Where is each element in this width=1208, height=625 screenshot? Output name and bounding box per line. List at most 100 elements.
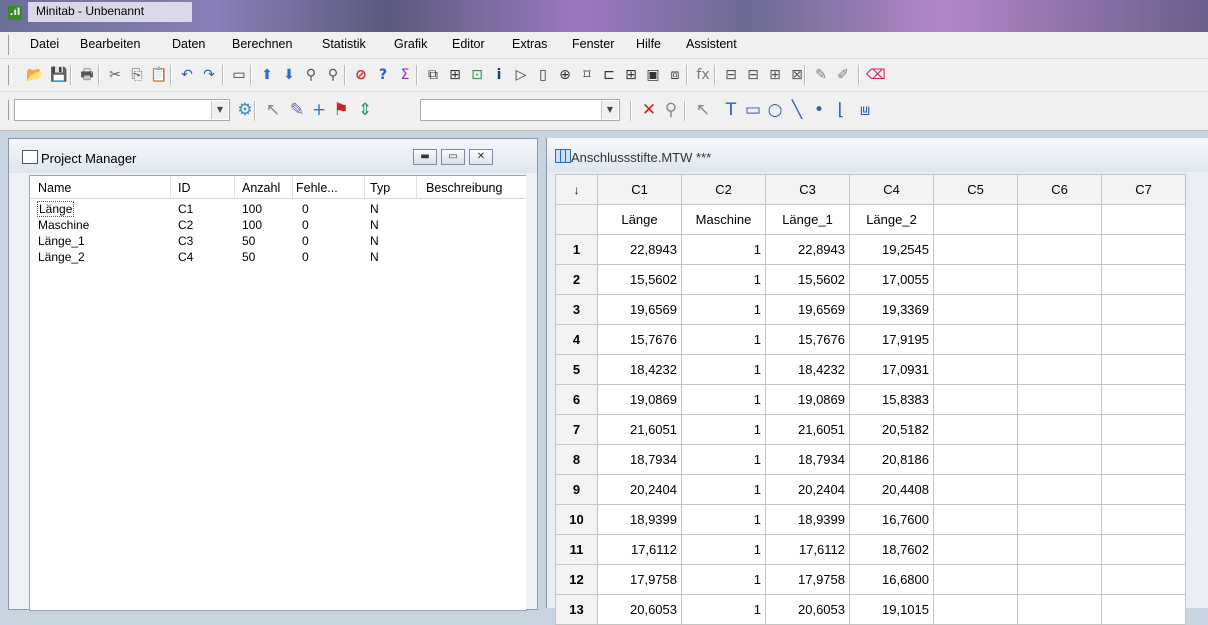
data-cell[interactable]: 16,6800 [849, 564, 934, 595]
up-arrow-icon[interactable]: ⬆ [258, 66, 276, 84]
data-cell[interactable]: 20,2404 [765, 474, 850, 505]
data-cell[interactable]: 17,6112 [597, 534, 682, 565]
data-cell[interactable] [933, 324, 1018, 355]
row-header[interactable]: 3 [555, 294, 598, 325]
data-cell[interactable] [1101, 444, 1186, 475]
data-cell[interactable]: 1 [681, 324, 766, 355]
column-id-header[interactable]: C6 [1017, 174, 1102, 205]
data-cell[interactable] [933, 264, 1018, 295]
save-icon[interactable]: 💾 [50, 66, 68, 84]
menu-grafik[interactable]: Grafik [394, 37, 427, 51]
column-id-header[interactable]: C5 [933, 174, 1018, 205]
delete-icon[interactable]: ✕ [640, 101, 658, 119]
column-name-cell[interactable]: Länge_1 [765, 204, 850, 235]
polygon-tool-icon[interactable]: ⩏ [856, 101, 874, 119]
data-cell[interactable] [933, 594, 1018, 625]
chevron-down-icon[interactable]: ▼ [211, 101, 228, 119]
data-cell[interactable]: 20,6053 [765, 594, 850, 625]
maximize-button[interactable]: ▭ [441, 149, 465, 165]
data-cell[interactable] [1101, 564, 1186, 595]
data-cell[interactable]: 1 [681, 294, 766, 325]
line-tool-icon[interactable]: ╲ [788, 101, 806, 119]
data-cell[interactable]: 18,4232 [597, 354, 682, 385]
brush-icon[interactable]: ✎ [812, 66, 830, 84]
data-cell[interactable] [933, 504, 1018, 535]
cancel-icon[interactable]: ⊘ [352, 66, 370, 84]
data-cell[interactable] [1017, 294, 1102, 325]
data-cell[interactable] [1017, 504, 1102, 535]
data-cell[interactable]: 22,8943 [597, 234, 682, 265]
data-cell[interactable] [1017, 384, 1102, 415]
find-icon[interactable]: ⚲ [302, 66, 320, 84]
menu-fenster[interactable]: Fenster [572, 37, 614, 51]
column-id-header[interactable]: C2 [681, 174, 766, 205]
data-cell[interactable] [1101, 534, 1186, 565]
data-cell[interactable]: 18,9399 [765, 504, 850, 535]
row-header[interactable]: 7 [555, 414, 598, 445]
data-cell[interactable]: 1 [681, 474, 766, 505]
project-manager-scrollbar[interactable] [526, 175, 536, 609]
chevron-down-icon[interactable]: ▼ [601, 101, 618, 119]
menu-extras[interactable]: Extras [512, 37, 547, 51]
data-cell[interactable]: 15,7676 [597, 324, 682, 355]
menu-statistik[interactable]: Statistik [322, 37, 366, 51]
ellipse-tool-icon[interactable]: ○ [766, 101, 784, 119]
column-id-header[interactable]: C7 [1101, 174, 1186, 205]
data-cell[interactable]: 19,0869 [765, 384, 850, 415]
data-cell[interactable] [1017, 474, 1102, 505]
brush-tool-icon[interactable]: ✎ [288, 101, 306, 119]
data-cell[interactable] [1017, 264, 1102, 295]
column-name-cell[interactable] [1017, 204, 1102, 235]
data-cell[interactable] [1017, 234, 1102, 265]
data-cell[interactable]: 20,4408 [849, 474, 934, 505]
column-name-cell[interactable]: Länge_2 [849, 204, 934, 235]
insert-columns-icon[interactable]: ⊞ [766, 66, 784, 84]
data-cell[interactable] [1101, 384, 1186, 415]
eraser-icon[interactable]: ⌫ [866, 66, 886, 84]
data-cell[interactable]: 1 [681, 534, 766, 565]
data-cell[interactable]: 20,6053 [597, 594, 682, 625]
data-cell[interactable] [1017, 354, 1102, 385]
data-cell[interactable]: 17,0055 [849, 264, 934, 295]
data-cell[interactable]: 15,5602 [597, 264, 682, 295]
data-cell[interactable]: 20,8186 [849, 444, 934, 475]
data-cell[interactable] [1101, 234, 1186, 265]
data-cell[interactable]: 1 [681, 594, 766, 625]
move-columns-icon[interactable]: ⊠ [788, 66, 806, 84]
list-item[interactable]: Länge_1 C3 50 0 N [30, 234, 526, 250]
flag-icon[interactable]: ⚑ [332, 101, 350, 119]
data-cell[interactable]: 1 [681, 414, 766, 445]
menu-berechnen[interactable]: Berechnen [232, 37, 292, 51]
data-cell[interactable]: 17,9758 [597, 564, 682, 595]
data-cell[interactable] [1101, 324, 1186, 355]
rectangle-tool-icon[interactable]: ▭ [744, 101, 762, 119]
zoom-icon[interactable]: ⚲ [662, 101, 680, 119]
data-cell[interactable]: 15,5602 [765, 264, 850, 295]
crosshairs-icon[interactable]: + [310, 101, 328, 119]
row-header[interactable]: 12 [555, 564, 598, 595]
data-cell[interactable]: 18,7602 [849, 534, 934, 565]
data-cell[interactable] [1017, 324, 1102, 355]
data-cell[interactable]: 20,5182 [849, 414, 934, 445]
minimize-button[interactable]: ▬ [413, 149, 437, 165]
column-id-header[interactable]: C1 [597, 174, 682, 205]
data-cell[interactable]: 21,6051 [765, 414, 850, 445]
data-cell[interactable]: 19,1015 [849, 594, 934, 625]
data-cell[interactable]: 17,9758 [765, 564, 850, 595]
undo-icon[interactable]: ↶ [178, 66, 196, 84]
find-next-icon[interactable]: ⚲ [324, 66, 342, 84]
close-all-graphs-icon[interactable]: ⧈ [666, 66, 684, 84]
data-cell[interactable]: 19,0869 [597, 384, 682, 415]
function-icon[interactable]: fx [694, 66, 712, 84]
row-header[interactable]: 9 [555, 474, 598, 505]
graph-window-icon[interactable]: ⊡ [468, 66, 486, 84]
row-header[interactable]: 1 [555, 234, 598, 265]
row-header[interactable]: 8 [555, 444, 598, 475]
graph-folder-icon[interactable]: ⊏ [600, 66, 618, 84]
insert-rows-icon[interactable]: ⊟ [744, 66, 762, 84]
col-header-count[interactable]: Anzahl [242, 181, 280, 195]
data-cell[interactable]: 19,6569 [597, 294, 682, 325]
data-cell[interactable] [933, 444, 1018, 475]
row-header[interactable]: 6 [555, 384, 598, 415]
sheet-icon[interactable]: ▣ [644, 66, 662, 84]
